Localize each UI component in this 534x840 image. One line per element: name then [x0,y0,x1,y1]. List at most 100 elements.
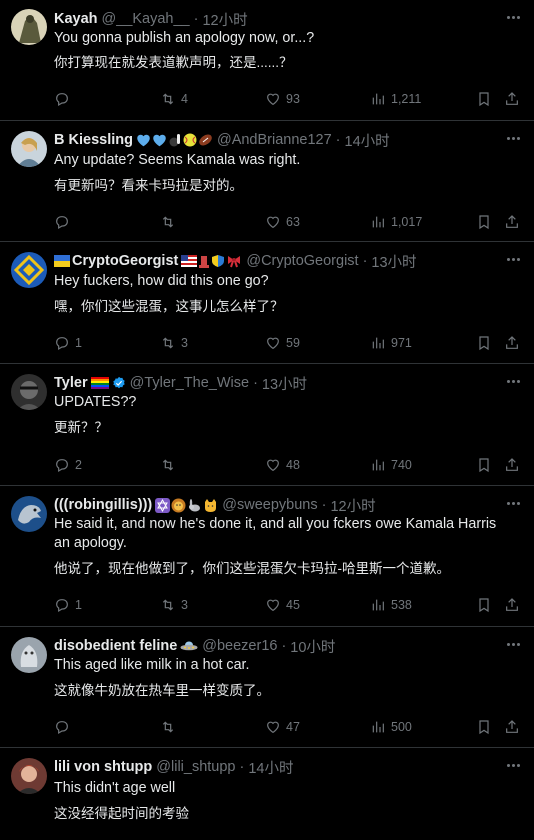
share-button[interactable] [504,595,520,615]
tweet-text: This didn't age well [54,780,176,796]
user-handle[interactable]: @AndBrianne127 [217,132,332,148]
more-options-icon[interactable] [504,495,522,511]
separator-dot: · [253,375,258,391]
like-button[interactable]: 93 [265,89,300,109]
tweet[interactable]: lili von shtupp @lili_shtupp · 14小时 This… [0,748,534,840]
bookmark-icon [479,215,489,230]
retweet-icon [162,459,174,471]
retweet-button[interactable]: 4 [160,89,188,109]
bowling-icon [169,134,180,147]
profile-emojis [181,254,242,268]
avatar[interactable] [11,637,47,673]
tweet-header: lili von shtupp @lili_shtupp · 14小时 [54,757,494,777]
bookmark-button[interactable] [476,455,492,475]
retweet-icon [162,216,174,228]
views-button[interactable]: 1,211 [370,89,421,109]
share-icon [506,720,518,733]
timestamp[interactable]: 10小时 [290,636,335,657]
like-button[interactable]: 45 [265,595,300,615]
bookmark-button[interactable] [476,595,492,615]
more-options-icon[interactable] [504,373,522,389]
views-button[interactable]: 971 [370,333,412,353]
tweet[interactable]: B Kiessling @AndBrianne127 · 14小时 Any up… [0,121,534,242]
timestamp[interactable]: 12小时 [330,495,375,516]
reply-button[interactable]: 2 [54,455,82,475]
chess-icon [199,256,210,268]
timestamp[interactable]: 14小时 [248,757,293,778]
more-options-icon[interactable] [504,636,522,652]
more-options-icon[interactable] [504,757,522,773]
retweet-button[interactable]: 3 [160,333,188,353]
share-button[interactable] [504,89,520,109]
display-name[interactable]: B Kiessling [54,132,133,148]
avatar[interactable] [11,252,47,288]
user-handle[interactable]: @lili_shtupp [156,759,235,775]
more-options-icon[interactable] [504,9,522,25]
display-name[interactable]: (((robingillis))) [54,497,152,513]
separator-dot: · [362,253,368,269]
reply-icon [56,599,68,613]
bookmark-icon [479,92,489,107]
share-button[interactable] [504,455,520,475]
views-button[interactable]: 538 [370,595,412,615]
profile-emojis [180,640,198,652]
tweet[interactable]: disobedient feline @beezer16 · 10小时 This… [0,627,534,748]
shield-icon [212,255,225,267]
display-name[interactable]: CryptoGeorgist [72,253,178,269]
avatar[interactable] [11,758,47,794]
reply-button[interactable]: 1 [54,333,82,353]
avatar[interactable] [11,131,47,167]
timestamp[interactable]: 12小时 [202,9,247,30]
avatar[interactable] [11,374,47,410]
tweet[interactable]: Kayah @__Kayah__ · 12小时 You gonna publis… [0,0,534,121]
bookmark-button[interactable] [476,333,492,353]
retweet-button[interactable] [160,717,181,737]
retweet-button[interactable] [160,212,181,232]
reply-button[interactable]: 1 [54,595,82,615]
tweet-header: disobedient feline @beezer16 · 10小时 [54,636,494,656]
reply-button[interactable] [54,717,75,737]
bookmark-button[interactable] [476,212,492,232]
user-handle[interactable]: @CryptoGeorgist [246,253,358,269]
retweet-button[interactable] [160,455,181,475]
more-options-icon[interactable] [504,251,522,267]
blue-heart-icon [153,134,166,147]
timestamp[interactable]: 13小时 [262,373,307,394]
tweet[interactable]: CryptoGeorgist @CryptoGeorgist · 13小时 He… [0,242,534,364]
timestamp[interactable]: 13小时 [371,251,416,272]
retweet-button[interactable]: 3 [160,595,188,615]
user-handle[interactable]: @__Kayah__ [102,11,190,27]
tweet-translation: 这没经得起时间的考验 [54,806,189,821]
bookmark-button[interactable] [476,717,492,737]
retweet-icon [162,599,174,611]
like-button[interactable]: 59 [265,333,300,353]
share-button[interactable] [504,333,520,353]
reply-button[interactable] [54,89,75,109]
tweet-translation: 更新？？ [54,420,108,435]
views-icon [372,216,384,228]
like-button[interactable]: 47 [265,717,300,737]
like-button[interactable]: 63 [265,212,300,232]
user-handle[interactable]: @Tyler_The_Wise [130,375,249,391]
share-button[interactable] [504,717,520,737]
bookmark-button[interactable] [476,89,492,109]
reply-button[interactable] [54,212,75,232]
views-button[interactable]: 500 [370,717,412,737]
more-options-icon[interactable] [504,130,522,146]
tweet[interactable]: (((robingillis))) @sweepybuns · 12小时 He … [0,486,534,627]
verified-badge-icon [112,376,125,389]
like-button[interactable]: 48 [265,455,300,475]
user-handle[interactable]: @beezer16 [202,638,277,654]
display-name[interactable]: disobedient feline [54,638,177,654]
tweet[interactable]: Tyler @Tyler_The_Wise · 13小时 UPDATES?? 更… [0,364,534,486]
display-name[interactable]: Tyler [54,375,88,391]
display-name[interactable]: lili von shtupp [54,759,152,775]
share-button[interactable] [504,212,520,232]
views-button[interactable]: 740 [370,455,412,475]
user-handle[interactable]: @sweepybuns [222,497,317,513]
avatar[interactable] [11,9,47,45]
views-button[interactable]: 1,017 [370,212,422,232]
timestamp[interactable]: 14小时 [345,130,390,151]
avatar[interactable] [11,496,47,532]
display-name[interactable]: Kayah [54,11,98,27]
